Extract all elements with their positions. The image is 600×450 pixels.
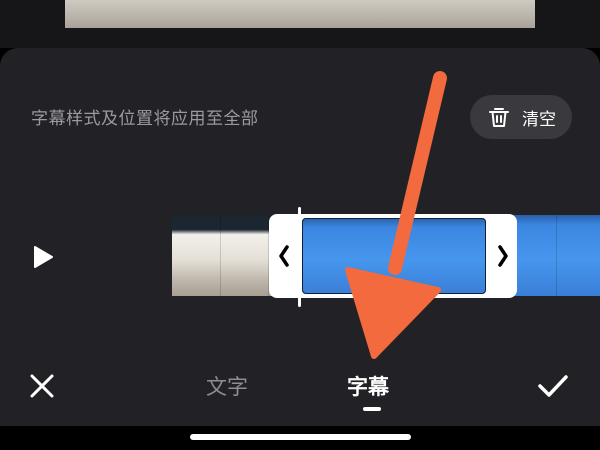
- video-preview[interactable]: [65, 0, 535, 28]
- subtitle-style-hint: 字幕样式及位置将应用至全部: [31, 109, 259, 129]
- timeline-frame: [556, 215, 600, 296]
- playhead[interactable]: [298, 207, 301, 307]
- play-icon[interactable]: [30, 244, 56, 270]
- tab-subtitle[interactable]: 字幕: [347, 372, 389, 402]
- check-icon[interactable]: [536, 372, 570, 400]
- active-tab-indicator: [363, 407, 381, 411]
- close-icon[interactable]: [28, 372, 56, 400]
- home-indicator[interactable]: [190, 434, 411, 440]
- tab-text[interactable]: 文字: [206, 372, 248, 402]
- chevron-right-icon[interactable]: [493, 238, 513, 274]
- timeline-frame: [172, 215, 220, 296]
- clear-button[interactable]: 清空: [470, 95, 572, 139]
- selected-clip[interactable]: [302, 218, 486, 294]
- preview-area: [0, 0, 600, 48]
- trash-icon: [489, 108, 509, 127]
- clear-button-label: 清空: [522, 109, 556, 130]
- timeline-frame: [220, 215, 268, 296]
- chevron-left-icon[interactable]: [274, 238, 294, 274]
